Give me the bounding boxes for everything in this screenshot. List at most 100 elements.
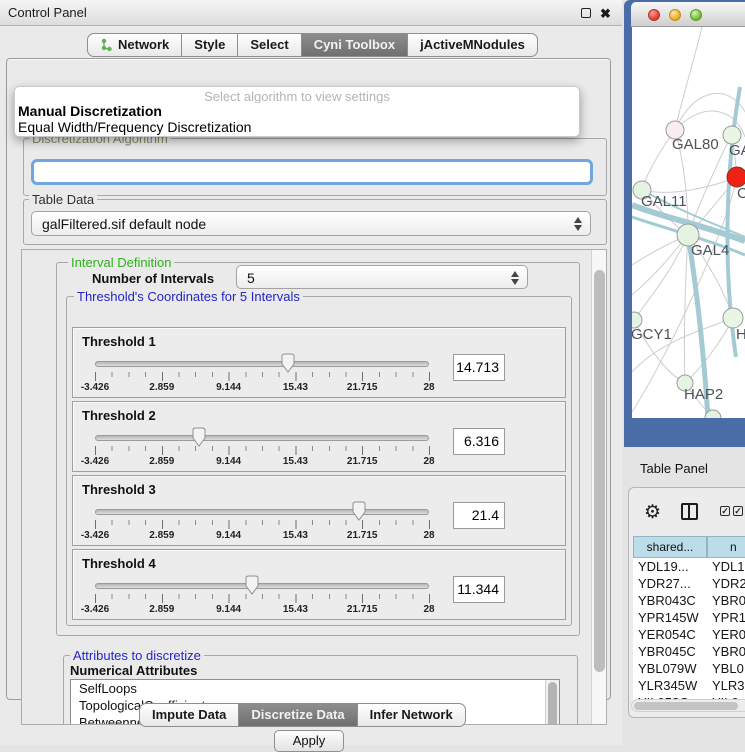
gear-icon[interactable]: ⚙	[644, 501, 661, 524]
top-tab-bar: Network Style Select Cyni Toolbox jActiv…	[87, 33, 538, 57]
tab-infer-network[interactable]: Infer Network	[358, 703, 466, 727]
attributes-group-label: Attributes to discretize	[70, 648, 204, 663]
threshold-4-slider-thumb[interactable]	[243, 575, 261, 596]
algorithm-placeholder-text: Select algorithm to view settings	[15, 87, 579, 103]
slider-ticks	[95, 520, 431, 529]
network-graph: GAL80 GA C GAL11 GAL4 GCY1 H HAP2	[632, 27, 745, 418]
cyni-toolbox-pane: Discretization Algorithm Table Data galF…	[6, 58, 611, 700]
table-row[interactable]: YDL19... YDL1	[633, 558, 745, 575]
split-columns-icon[interactable]	[681, 503, 698, 520]
tab-style[interactable]: Style	[182, 33, 238, 57]
threshold-3-panel: Threshold 3 -3.4262.8599.14415.4321.7152…	[72, 475, 566, 546]
table-data-combobox[interactable]: galFiltered.sif default node	[31, 211, 591, 236]
tab-jactivemnodules[interactable]: jActiveMNodules	[408, 33, 538, 57]
table-row[interactable]: YBR043C YBR0	[633, 592, 745, 609]
slider-tick-labels: -3.4262.8599.14415.4321.71528	[95, 456, 429, 468]
label-c: C	[737, 185, 745, 202]
table-panel-title: Table Panel	[640, 461, 708, 476]
threshold-2-value-field[interactable]: 6.316	[453, 428, 505, 455]
threshold-2-slider-track[interactable]	[95, 435, 429, 441]
slider-tick-labels: -3.4262.8599.14415.4321.71528	[95, 530, 429, 542]
numerical-attributes-label: Numerical Attributes	[70, 663, 197, 678]
control-panel-titlebar: Control Panel ✖	[0, 0, 622, 26]
table-row[interactable]: YBL079W YBL0	[633, 660, 745, 677]
table-toolbar: ⚙ ✓ ✓	[629, 488, 745, 536]
table-row[interactable]: YPR145W YPR1	[633, 609, 745, 626]
table-data-value: galFiltered.sif default node	[42, 216, 206, 232]
list-item[interactable]: SelfLoops	[71, 680, 559, 697]
minimize-traffic-light[interactable]	[669, 9, 681, 21]
threshold-1-slider-thumb[interactable]	[279, 353, 297, 374]
panel-title: Control Panel	[8, 5, 87, 20]
node-red-selected[interactable]	[727, 167, 745, 187]
number-of-intervals-value: 5	[247, 270, 255, 286]
threshold-4-slider-track[interactable]	[95, 583, 429, 589]
label-ga: GA	[729, 142, 745, 159]
network-view-window: GAL80 GA C GAL11 GAL4 GCY1 H HAP2	[624, 0, 745, 447]
threshold-2-title: Threshold 2	[82, 408, 156, 423]
control-panel: Control Panel ✖ Network Style Select Cyn…	[0, 0, 622, 745]
checkbox-icon[interactable]: ✓	[733, 506, 743, 516]
interval-definition-label: Interval Definition	[68, 255, 174, 270]
threshold-1-panel: Threshold 1 -3.4262.8599.14415.4321.7152…	[72, 327, 566, 398]
network-canvas[interactable]: GAL80 GA C GAL11 GAL4 GCY1 H HAP2	[632, 27, 745, 418]
threshold-3-value-field[interactable]: 21.4	[453, 502, 505, 529]
combo-stepper-icon	[511, 270, 520, 286]
threshold-4-value-field[interactable]: 11.344	[453, 576, 505, 603]
application-root: Control Panel ✖ Network Style Select Cyn…	[0, 0, 745, 745]
threshold-3-slider-thumb[interactable]	[350, 501, 368, 522]
checkbox-icon[interactable]: ✓	[720, 506, 730, 516]
column-header-shared-name[interactable]: shared...	[633, 536, 707, 558]
label-gcy1: GCY1	[632, 326, 672, 343]
float-window-icon[interactable]	[581, 8, 591, 18]
settings-scroll-area: Interval Definition Number of Intervals …	[21, 249, 607, 725]
number-of-intervals-label: Number of Intervals	[92, 271, 214, 286]
threshold-2-slider-thumb[interactable]	[190, 427, 208, 448]
close-icon[interactable]: ✖	[600, 6, 611, 22]
tab-network-label: Network	[118, 34, 169, 56]
tab-network[interactable]: Network	[87, 33, 182, 57]
network-window-titlebar[interactable]	[631, 2, 745, 27]
apply-button[interactable]: Apply	[274, 730, 344, 752]
threshold-1-value-field[interactable]: 14.713	[453, 354, 505, 381]
threshold-1-title: Threshold 1	[82, 334, 156, 349]
label-gal11: GAL11	[641, 193, 687, 210]
table-horizontal-scrollbar[interactable]	[631, 699, 745, 712]
network-icon	[100, 38, 113, 52]
algorithm-option-equal-width[interactable]: Equal Width/Frequency Discretization	[15, 119, 579, 135]
threshold-1-slider-track[interactable]	[95, 361, 429, 367]
label-hap2: HAP2	[684, 386, 723, 403]
slider-ticks	[95, 594, 431, 603]
tab-discretize-data[interactable]: Discretize Data	[239, 703, 357, 727]
label-gal4: GAL4	[691, 242, 729, 259]
table-row[interactable]: YER054C YER0	[633, 626, 745, 643]
threshold-4-title: Threshold 4	[82, 556, 156, 571]
bottom-tab-bar: Impute Data Discretize Data Infer Networ…	[139, 703, 466, 727]
column-header-name[interactable]: n	[707, 536, 745, 558]
label-gal80: GAL80	[672, 136, 719, 153]
slider-tick-labels: -3.4262.8599.14415.4321.71528	[95, 604, 429, 616]
tab-select[interactable]: Select	[238, 33, 301, 57]
label-h: H	[736, 326, 745, 343]
settings-scrollbar[interactable]	[591, 250, 606, 724]
tab-cyni-toolbox[interactable]: Cyni Toolbox	[302, 33, 408, 57]
zoom-traffic-light[interactable]	[690, 9, 702, 21]
table-row[interactable]: YDR27... YDR2	[633, 575, 745, 592]
table-row[interactable]: YBR045C YBR0	[633, 643, 745, 660]
threshold-3-slider-track[interactable]	[95, 509, 429, 515]
threshold-4-panel: Threshold 4 -3.4262.8599.14415.4321.7152…	[72, 549, 566, 620]
list-scrollbar[interactable]	[545, 680, 559, 725]
number-of-intervals-combobox[interactable]: 5	[236, 265, 528, 289]
algorithm-option-manual[interactable]: Manual Discretization	[15, 103, 579, 119]
slider-tick-labels: -3.4262.8599.14415.4321.71528	[95, 382, 429, 394]
node-table: shared... n YDL19... YDL1 YDR27... YDR2	[633, 536, 745, 701]
tab-impute-data[interactable]: Impute Data	[139, 703, 239, 727]
threshold-3-title: Threshold 3	[82, 482, 156, 497]
thresholds-group-label: Threshold's Coordinates for 5 Intervals	[74, 289, 303, 304]
close-traffic-light[interactable]	[648, 9, 660, 21]
algorithm-combobox-focused[interactable]	[31, 159, 593, 185]
table-row[interactable]: YLR345W YLR3	[633, 677, 745, 694]
combo-stepper-icon	[574, 216, 583, 232]
node-h[interactable]	[723, 308, 743, 328]
table-panel: ⚙ ✓ ✓ shared... n YDL19... YDL1 YDR27...…	[628, 487, 745, 718]
